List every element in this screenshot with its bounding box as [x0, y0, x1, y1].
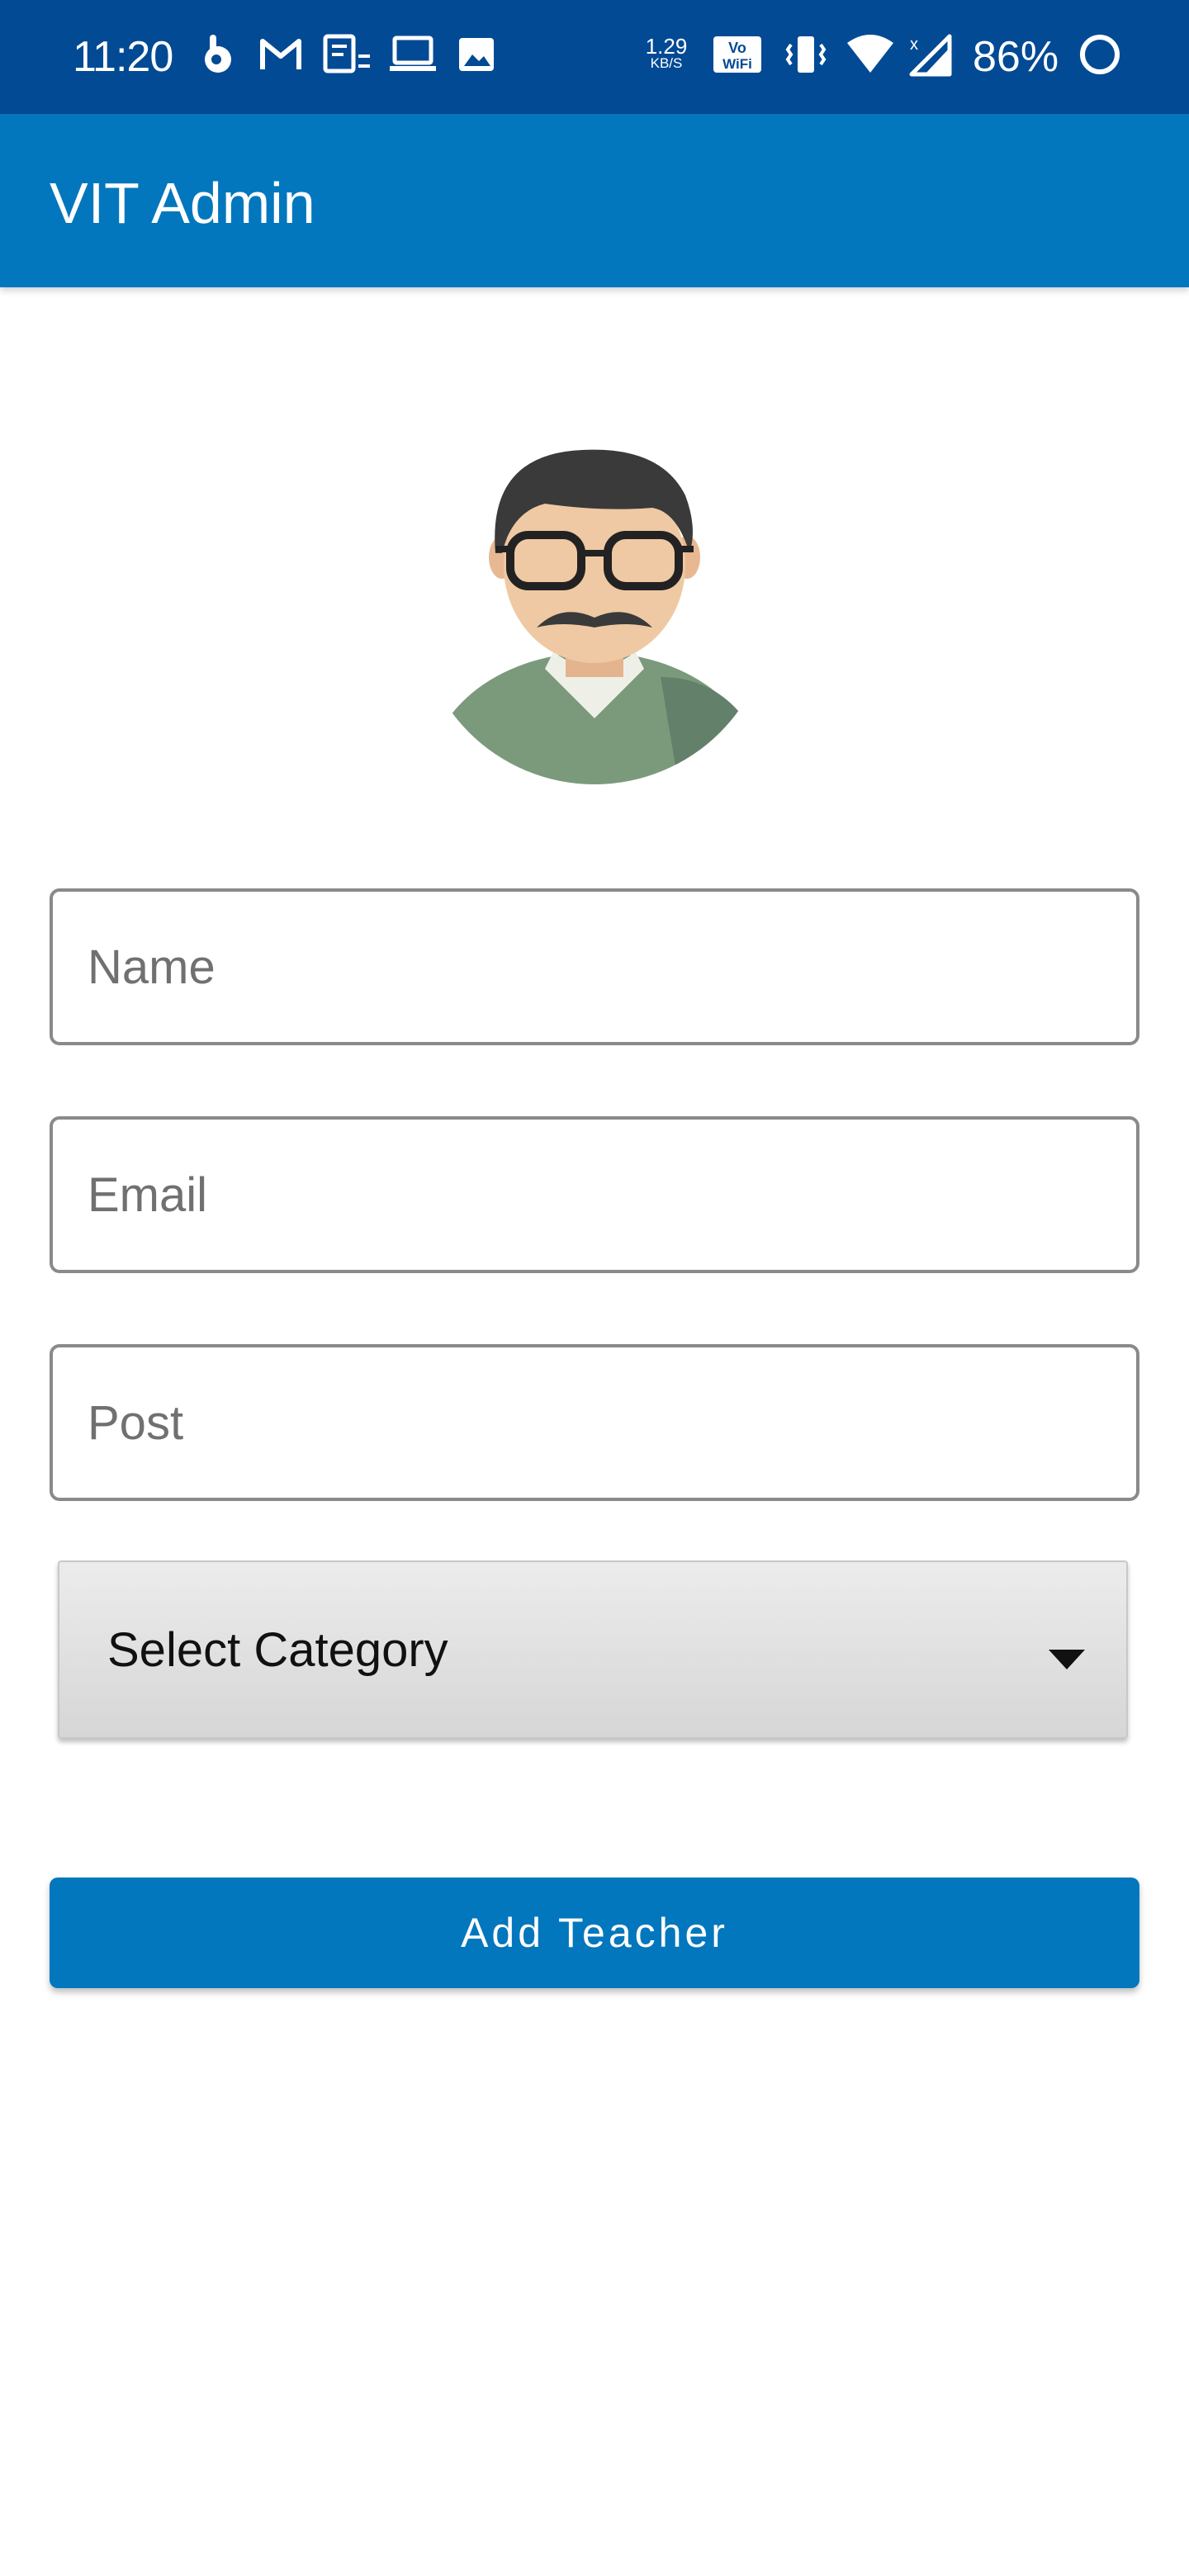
- add-teacher-button[interactable]: Add Teacher: [50, 1878, 1139, 1988]
- battery-ring-icon: [1080, 35, 1120, 74]
- dropdown-arrow-icon: [1049, 1650, 1085, 1669]
- email-field[interactable]: [50, 1116, 1139, 1273]
- svg-text:Vo: Vo: [728, 40, 746, 56]
- category-select[interactable]: Select Category: [58, 1560, 1128, 1739]
- image-icon: [459, 38, 494, 71]
- battery-percent: 86%: [973, 33, 1059, 81]
- post-field[interactable]: [50, 1344, 1139, 1501]
- laptop-icon: [390, 36, 436, 71]
- gmail-icon: [260, 39, 301, 69]
- teacher-avatar[interactable]: [413, 429, 776, 826]
- app-bar: VIT Admin: [0, 114, 1189, 287]
- status-bar: 11:20 1.29 KB/S Vo WiFi x 86%: [0, 0, 1189, 114]
- status-time: 11:20: [73, 33, 173, 81]
- email-input[interactable]: [53, 1120, 1136, 1270]
- app-title: VIT Admin: [50, 171, 315, 235]
- svg-text:x: x: [910, 36, 918, 54]
- hand-ok-icon: [205, 35, 231, 73]
- post-input[interactable]: [53, 1347, 1136, 1498]
- vibrate-icon: [785, 36, 827, 73]
- notes-icon: [323, 34, 370, 73]
- volte-wifi-icon: Vo WiFi: [713, 36, 761, 73]
- category-select-label: Select Category: [107, 1623, 448, 1677]
- svg-text:WiFi: WiFi: [722, 56, 752, 72]
- wifi-icon: [847, 35, 893, 73]
- name-input[interactable]: [53, 892, 1136, 1042]
- net-speed: 1.29 KB/S: [641, 36, 692, 71]
- name-field[interactable]: [50, 888, 1139, 1045]
- signal-icon: x: [909, 34, 952, 77]
